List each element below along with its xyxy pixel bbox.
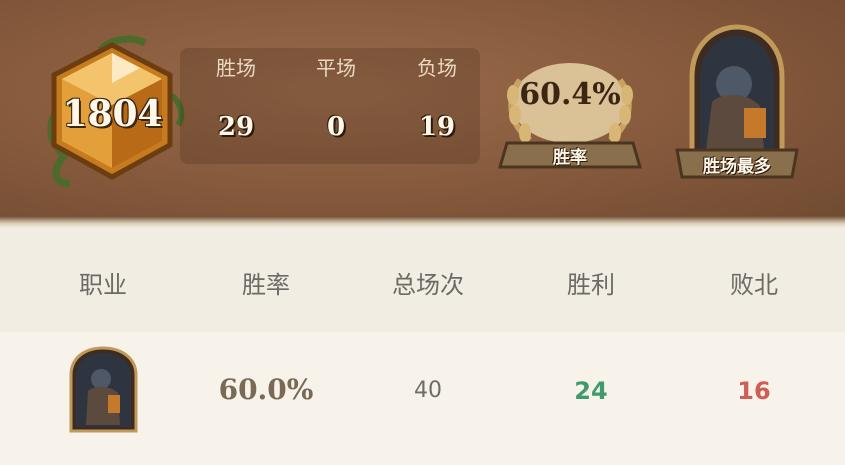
most-wins-hero[interactable]: 胜场最多 — [672, 22, 802, 182]
stats-header: 1804 胜场 平场 负场 29 0 19 60.4% 胜率 胜场最多 — [0, 0, 845, 228]
draws-label: 平场 — [316, 56, 356, 80]
most-wins-label: 胜场最多 — [703, 157, 771, 177]
win-rate-value: 60.4% — [519, 77, 621, 112]
row-total-games: 40 — [414, 378, 442, 403]
hero-portrait-icon — [69, 346, 138, 433]
losses-label: 负场 — [417, 56, 457, 80]
rank-emblem: 1804 — [40, 35, 185, 190]
wins-value: 29 — [217, 112, 255, 142]
col-header-win-rate: 胜率 — [242, 271, 290, 299]
col-header-class: 职业 — [79, 271, 127, 299]
row-class-portrait — [66, 345, 141, 435]
row-wins: 24 — [574, 377, 608, 405]
losses-value: 19 — [418, 112, 456, 142]
draws-value: 0 — [326, 112, 346, 142]
row-losses: 16 — [737, 377, 771, 405]
win-rate-badge: 60.4% 胜率 — [495, 55, 645, 175]
col-header-losses: 败北 — [730, 271, 778, 299]
header-divider — [0, 216, 845, 228]
win-rate-label: 胜率 — [553, 148, 587, 168]
rank-value: 1804 — [62, 93, 163, 135]
row-win-rate: 60.0% — [218, 373, 314, 406]
col-header-wins: 胜利 — [567, 271, 615, 299]
col-header-total: 总场次 — [392, 271, 464, 299]
wins-label: 胜场 — [216, 56, 256, 80]
